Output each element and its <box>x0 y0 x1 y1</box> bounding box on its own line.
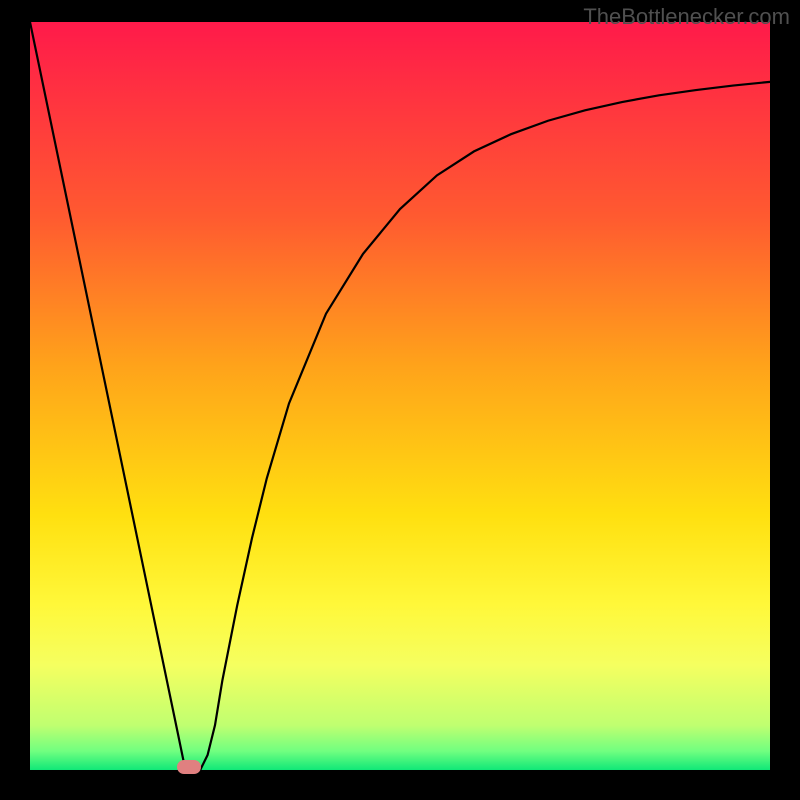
minimum-marker <box>177 760 201 774</box>
watermark-text: TheBottlenecker.com <box>583 4 790 30</box>
plot-area <box>30 22 770 770</box>
gradient-background <box>30 22 770 770</box>
chart-svg <box>30 22 770 770</box>
chart-container: TheBottlenecker.com <box>0 0 800 800</box>
